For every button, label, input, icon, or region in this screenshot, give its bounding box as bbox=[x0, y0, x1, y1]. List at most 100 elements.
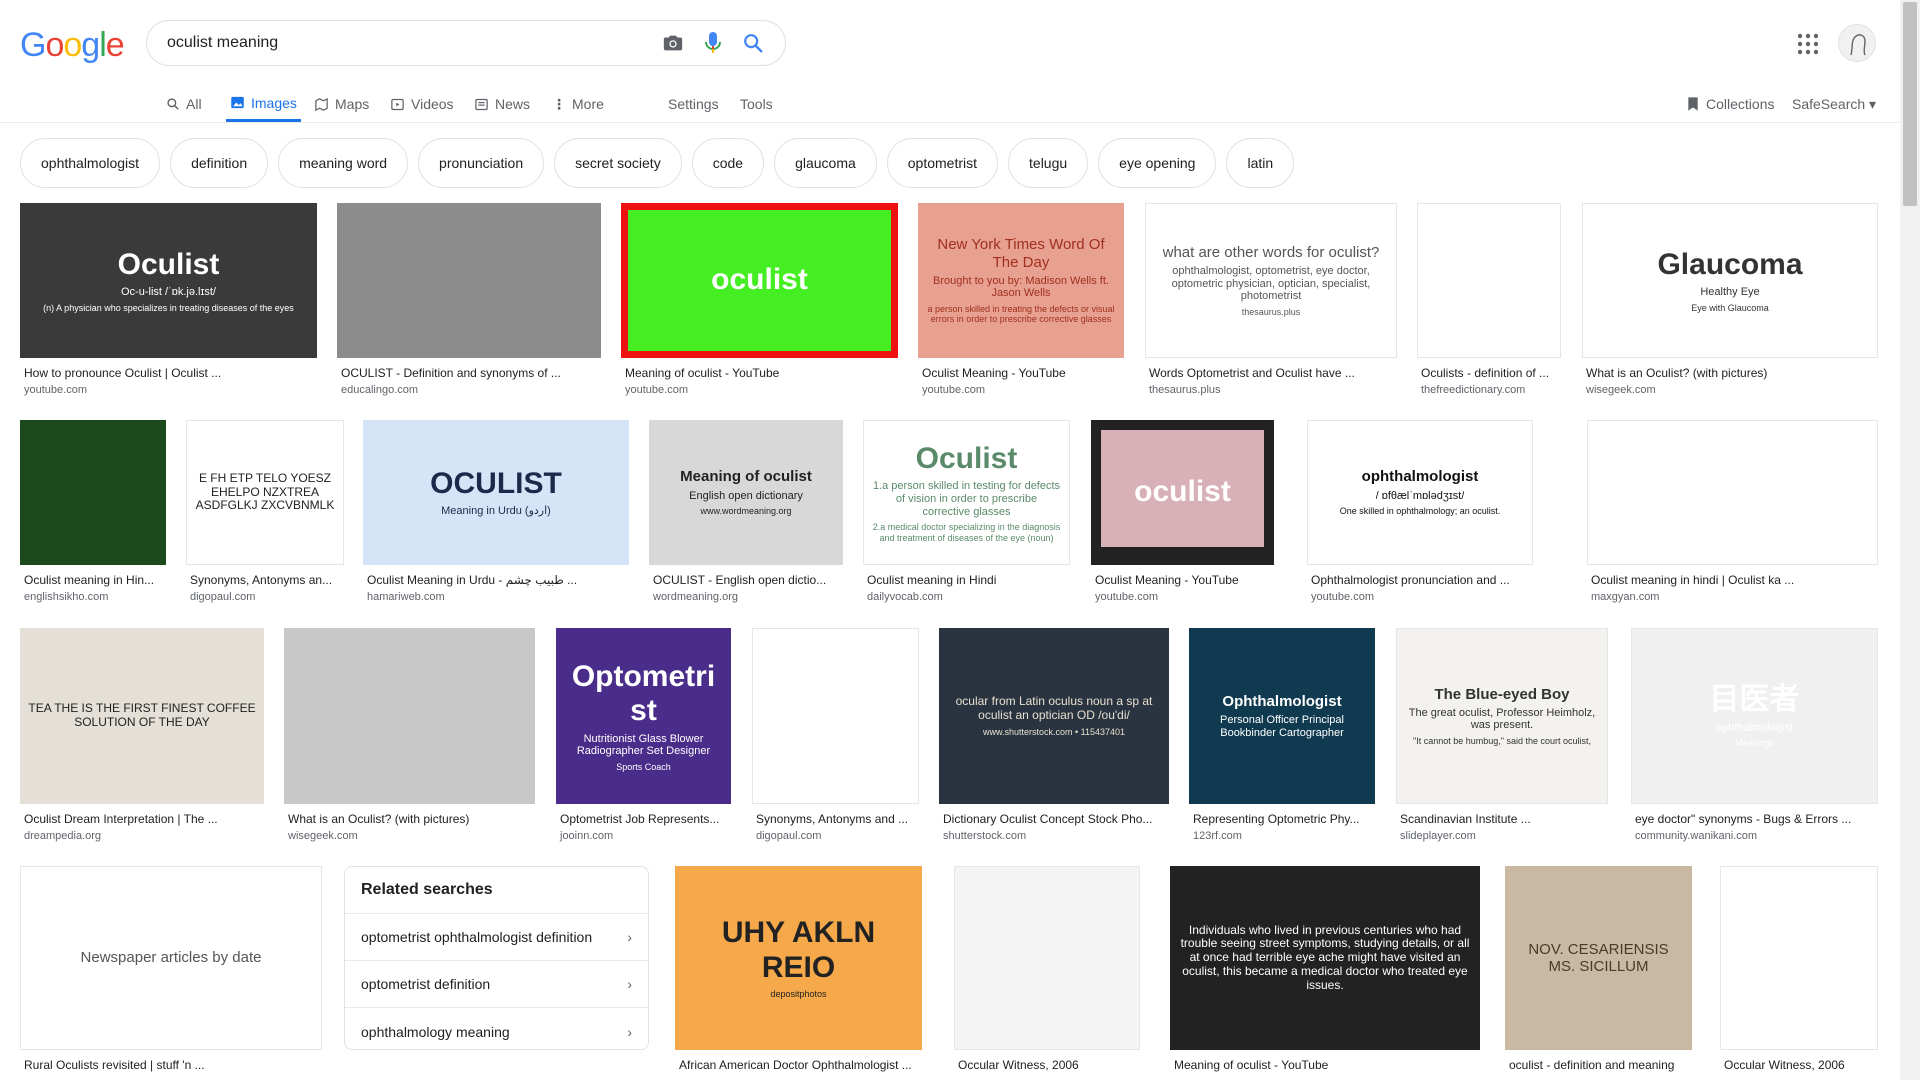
result-title[interactable]: Ophthalmologist pronunciation and ... bbox=[1311, 573, 1529, 587]
chip[interactable]: glaucoma bbox=[774, 138, 877, 188]
result-title[interactable]: OCULIST - Definition and synonyms of ... bbox=[341, 366, 597, 380]
related-search-item[interactable]: ophthalmology meaning › bbox=[345, 1008, 648, 1055]
result-source[interactable]: youtube.com bbox=[24, 384, 87, 396]
result-title[interactable]: Oculist Meaning in Urdu - طبیب چشم ... bbox=[367, 573, 625, 587]
image-result[interactable]: OCULIST Meaning in Urdu (اردو) Oculist Mea… bbox=[363, 420, 629, 603]
chip[interactable]: pronunciation bbox=[418, 138, 545, 188]
result-source[interactable]: youtube.com bbox=[1095, 591, 1158, 603]
result-title[interactable]: Scandinavian Institute ... bbox=[1400, 812, 1604, 826]
tab-maps[interactable]: Maps bbox=[314, 86, 369, 122]
result-thumbnail[interactable] bbox=[20, 420, 166, 565]
result-source[interactable]: shutterstock.com bbox=[943, 830, 1026, 842]
result-source[interactable]: digopaul.com bbox=[190, 591, 255, 603]
camera-icon[interactable] bbox=[653, 23, 693, 63]
result-thumbnail[interactable]: E FH ETP TELO YOESZ EHELPO NZXTREA ASDFG… bbox=[186, 420, 344, 565]
result-thumbnail[interactable]: Meaning of oculist English open dictionar… bbox=[649, 420, 843, 565]
image-result[interactable]: Individuals who lived in previous centur… bbox=[1170, 866, 1480, 1080]
result-title[interactable]: Occular Witness, 2006 bbox=[958, 1058, 1136, 1072]
result-title[interactable]: Oculist meaning in Hin... bbox=[24, 573, 162, 587]
image-result[interactable]: what are other words for oculist? ophthal… bbox=[1145, 203, 1397, 396]
related-search-item[interactable]: optometrist ophthalmologist definition › bbox=[345, 914, 648, 961]
microphone-icon[interactable] bbox=[693, 23, 733, 63]
result-title[interactable]: Meaning of oculist - YouTube bbox=[625, 366, 894, 380]
safesearch-toggle[interactable]: SafeSearch ▾ bbox=[1792, 86, 1876, 122]
chip[interactable]: ophthalmologist bbox=[20, 138, 161, 188]
image-result[interactable]: 目医者 ophthalmologist Meanings eye doctor" sy… bbox=[1631, 628, 1878, 842]
result-source[interactable]: englishsikho.com bbox=[24, 591, 108, 603]
image-result[interactable]: New York Times Word Of The Day Brought to… bbox=[918, 203, 1124, 396]
tab-all[interactable]: All bbox=[166, 86, 202, 122]
result-title[interactable]: What is an Oculist? (with pictures) bbox=[1586, 366, 1874, 380]
result-thumbnail[interactable]: OCULIST Meaning in Urdu (اردو) bbox=[363, 420, 629, 565]
result-source[interactable]: wordmeaning.org bbox=[653, 591, 738, 603]
image-result[interactable]: Oculist 1.a person skilled in testing for… bbox=[863, 420, 1070, 603]
result-title[interactable]: Words Optometrist and Oculist have ... bbox=[1149, 366, 1393, 380]
result-thumbnail[interactable] bbox=[337, 203, 601, 358]
result-source[interactable]: youtube.com bbox=[1311, 591, 1374, 603]
result-thumbnail[interactable]: ocular from Latin oculus noun a sp at oc… bbox=[939, 628, 1169, 804]
image-result[interactable]: NOV. CESARIENSIS MS. SICILLUM oculist - d… bbox=[1505, 866, 1692, 1080]
chip[interactable]: eye opening bbox=[1098, 138, 1217, 188]
result-thumbnail[interactable]: The Blue-eyed Boy The great oculist, Prof… bbox=[1396, 628, 1608, 804]
image-result[interactable]: TEA THE IS THE FIRST FINEST COFFEE SOLUT… bbox=[20, 628, 264, 842]
chip[interactable]: telugu bbox=[1008, 138, 1089, 188]
result-title[interactable]: Oculist meaning in Hindi bbox=[867, 573, 1066, 587]
image-result[interactable]: UHY AKLN REIO depositphotos African Americ… bbox=[675, 866, 922, 1080]
chip[interactable]: code bbox=[691, 138, 765, 188]
chip[interactable]: latin bbox=[1226, 138, 1295, 188]
result-thumbnail[interactable]: Glaucoma Healthy Eye Eye with Glaucoma bbox=[1582, 203, 1878, 358]
result-thumbnail[interactable]: New York Times Word Of The Day Brought to… bbox=[918, 203, 1124, 358]
result-thumbnail[interactable]: UHY AKLN REIO depositphotos bbox=[675, 866, 922, 1050]
result-title[interactable]: African American Doctor Ophthalmologist … bbox=[679, 1058, 918, 1072]
result-thumbnail[interactable]: TEA THE IS THE FIRST FINEST COFFEE SOLUT… bbox=[20, 628, 264, 804]
result-thumbnail[interactable]: Individuals who lived in previous centur… bbox=[1170, 866, 1480, 1050]
result-title[interactable]: Representing Optometric Phy... bbox=[1193, 812, 1371, 826]
result-source[interactable]: dreampedia.org bbox=[24, 830, 101, 842]
chip[interactable]: definition bbox=[170, 138, 269, 188]
result-title[interactable]: Rural Oculists revisited | stuff 'n ... bbox=[24, 1058, 318, 1072]
result-source[interactable]: jooinn.com bbox=[560, 830, 613, 842]
image-result[interactable]: Ophthalmologist Personal Officer Principa… bbox=[1189, 628, 1375, 842]
result-title[interactable]: Oculist Meaning - YouTube bbox=[922, 366, 1120, 380]
image-result[interactable]: OCULIST - Definition and synonyms of ...… bbox=[337, 203, 601, 396]
result-title[interactable]: What is an Oculist? (with pictures) bbox=[288, 812, 531, 826]
image-result[interactable]: Occular Witness, 2006 bbox=[954, 866, 1140, 1080]
result-thumbnail[interactable]: Ophthalmologist Personal Officer Principa… bbox=[1189, 628, 1375, 804]
tab-videos[interactable]: Videos bbox=[390, 86, 454, 122]
chip[interactable]: optometrist bbox=[886, 138, 999, 188]
tab-more[interactable]: ⋮ More bbox=[552, 86, 604, 122]
result-source[interactable]: hamariweb.com bbox=[367, 591, 445, 603]
result-source[interactable]: wisegeek.com bbox=[1586, 384, 1656, 396]
tab-settings[interactable]: Settings bbox=[668, 86, 719, 122]
result-source[interactable]: thefreedictionary.com bbox=[1421, 384, 1525, 396]
result-thumbnail[interactable] bbox=[1587, 420, 1878, 565]
result-title[interactable]: Oculist Dream Interpretation | The ... bbox=[24, 812, 260, 826]
image-result[interactable]: What is an Oculist? (with pictures) wiseg… bbox=[284, 628, 535, 842]
result-thumbnail[interactable]: Oculist 1.a person skilled in testing for… bbox=[863, 420, 1070, 565]
result-source[interactable]: community.wanikani.com bbox=[1635, 830, 1757, 842]
result-title[interactable]: Dictionary Oculist Concept Stock Pho... bbox=[943, 812, 1165, 826]
google-logo[interactable]: Google bbox=[20, 26, 125, 65]
result-source[interactable]: youtube.com bbox=[625, 384, 688, 396]
result-title[interactable]: eye doctor" synonyms - Bugs & Errors ... bbox=[1635, 812, 1874, 826]
search-input[interactable] bbox=[167, 34, 653, 52]
image-result[interactable]: Oculist meaning in Hin... englishsikho.co… bbox=[20, 420, 166, 603]
result-source[interactable]: educalingo.com bbox=[341, 384, 418, 396]
result-title[interactable]: Oculists - definition of ... bbox=[1421, 366, 1557, 380]
result-title[interactable]: OCULIST - English open dictio... bbox=[653, 573, 839, 587]
result-thumbnail[interactable]: 目医者 ophthalmologist Meanings bbox=[1631, 628, 1878, 804]
chip[interactable]: meaning word bbox=[278, 138, 409, 188]
result-source[interactable]: digopaul.com bbox=[756, 830, 821, 842]
result-source[interactable]: youtube.com bbox=[922, 384, 985, 396]
result-source[interactable]: 123rf.com bbox=[1193, 830, 1242, 842]
image-result[interactable]: ocular from Latin oculus noun a sp at oc… bbox=[939, 628, 1169, 842]
image-result[interactable]: E FH ETP TELO YOESZ EHELPO NZXTREA ASDFG… bbox=[186, 420, 344, 603]
result-title[interactable]: Oculist meaning in hindi | Oculist ka ..… bbox=[1591, 573, 1874, 587]
result-source[interactable]: maxgyan.com bbox=[1591, 591, 1659, 603]
image-result[interactable]: Occular Witness, 2006 bbox=[1720, 866, 1878, 1080]
result-title[interactable]: oculist - definition and meaning bbox=[1509, 1058, 1688, 1072]
result-source[interactable]: wisegeek.com bbox=[288, 830, 358, 842]
image-result[interactable]: oculist Meaning of oculist - YouTube youtu… bbox=[621, 203, 898, 396]
result-thumbnail[interactable]: Oculist Oc-u-list /ˈɒk.jə.lɪst/ (n) A phys… bbox=[20, 203, 317, 358]
scrollbar-thumb[interactable] bbox=[1903, 2, 1917, 206]
